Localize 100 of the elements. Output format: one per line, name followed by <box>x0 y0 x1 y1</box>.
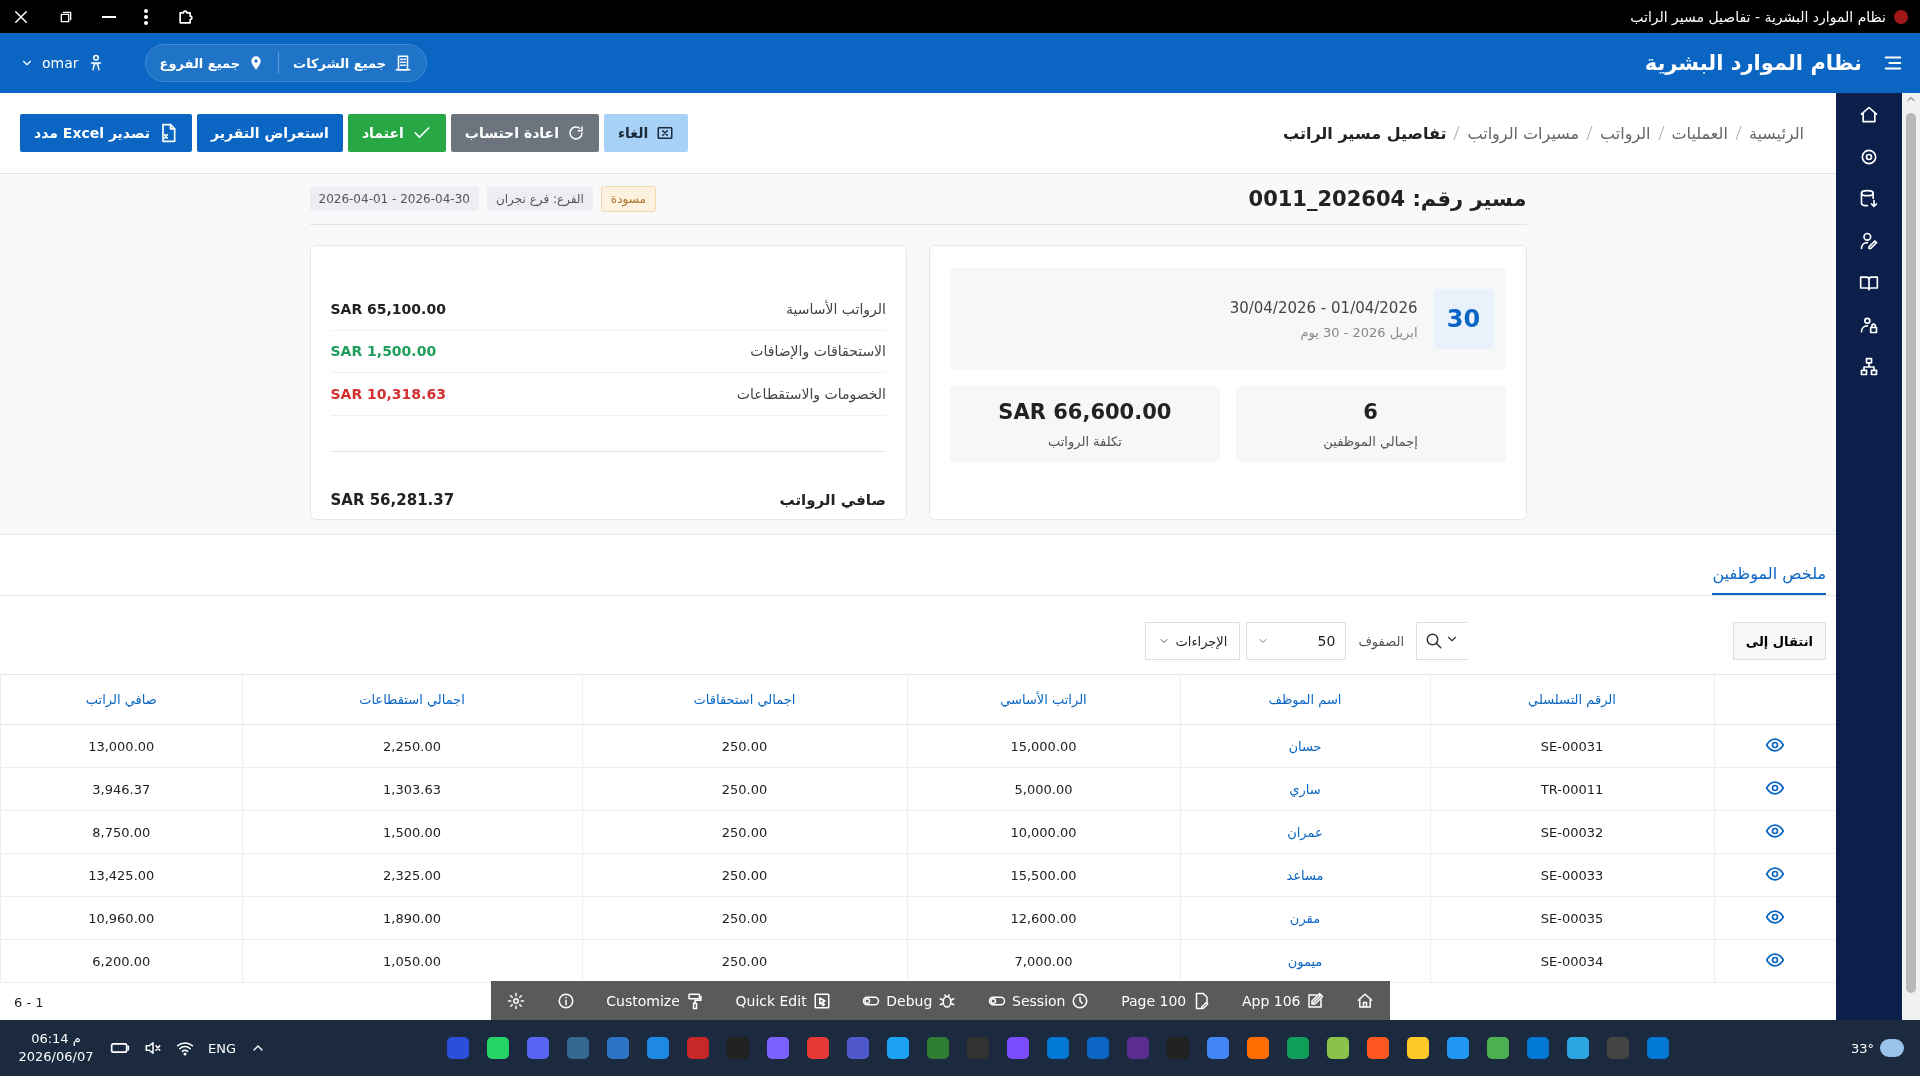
employee-link[interactable]: مقرن <box>1180 896 1430 940</box>
taskbar-app-icon[interactable] <box>647 1037 670 1059</box>
edit-icon <box>1306 991 1325 1010</box>
language-indicator[interactable]: ENG <box>208 1040 236 1056</box>
more-icon <box>144 8 148 25</box>
export-button[interactable]: تصدير Excel مدد <box>20 114 192 152</box>
user-edit-icon <box>1859 231 1879 251</box>
table-cell: 250.00 <box>582 810 907 854</box>
minimize-icon <box>102 15 116 18</box>
home-icon <box>1859 105 1879 125</box>
column-header[interactable]: الراتب الأساسي <box>907 674 1180 725</box>
taskbar-app-icon[interactable] <box>487 1037 510 1059</box>
employee-link[interactable]: حسان <box>1180 724 1430 768</box>
app-link[interactable]: App 106 <box>1241 992 1301 1009</box>
table-cell: 13,425.00 <box>0 853 242 897</box>
rows-select[interactable]: 50 <box>1246 622 1347 660</box>
table-cell: SE-00033 <box>1430 853 1714 897</box>
breadcrumb-item: تفاصيل مسير الراتب <box>1282 123 1447 143</box>
debug-link[interactable]: Debug <box>886 992 933 1009</box>
recalc-button[interactable]: اعادة احتساب <box>450 114 599 152</box>
taskbar-app-icon[interactable] <box>1567 1037 1590 1059</box>
net-amount: SAR 56,281.37 <box>330 491 455 510</box>
total-label: الاستحقاقات والإضافات <box>750 343 886 360</box>
breadcrumb-item[interactable]: الرواتب <box>1600 123 1651 143</box>
net-label: صافي الرواتب <box>779 491 886 510</box>
tab[interactable]: ملخص الموظفين <box>1712 564 1826 595</box>
company-filter[interactable]: جميع الشركات <box>293 55 387 71</box>
taskbar-app-icon[interactable] <box>887 1037 910 1059</box>
pagination-range: 6 - 1 <box>14 994 44 1010</box>
status-badge: مسودة <box>600 186 656 212</box>
employee-link[interactable]: عمران <box>1180 810 1430 854</box>
report-button[interactable]: استعراض التقرير <box>197 114 343 152</box>
table-cell: 15,500.00 <box>907 853 1180 897</box>
cancel-button[interactable]: الغاء <box>603 114 689 152</box>
user-lock-icon <box>1859 315 1879 335</box>
column-header[interactable]: اسم الموظف <box>1180 674 1430 725</box>
taskbar-app-icon[interactable] <box>1407 1037 1430 1059</box>
column-header[interactable]: اجمالي استحقاقات <box>582 674 907 725</box>
table-cell: 10,960.00 <box>0 896 242 940</box>
quick-edit-link[interactable]: Quick Edit <box>735 992 807 1009</box>
clock-time: 06:14 م <box>31 1030 81 1048</box>
table-cell: SE-00031 <box>1430 724 1714 768</box>
scrollbar-thumb[interactable] <box>1906 113 1916 993</box>
wifi-icon <box>176 1039 194 1057</box>
table-cell: 250.00 <box>582 767 907 811</box>
taskbar-app-icon[interactable] <box>1207 1037 1230 1059</box>
branch-badge: الفرع: فرع نجران <box>486 187 593 211</box>
session-link[interactable]: Session <box>1012 992 1066 1009</box>
table-cell: 8,750.00 <box>0 810 242 854</box>
breadcrumb-item[interactable]: العمليات <box>1671 123 1728 143</box>
column-header[interactable]: صافي الراتب <box>0 674 242 725</box>
table-cell: 2,250.00 <box>242 724 582 768</box>
page-link[interactable]: Page 100 <box>1121 992 1187 1009</box>
actions-menu[interactable]: الإجراءات <box>1144 622 1241 660</box>
taskbar-app-icon[interactable] <box>1327 1037 1350 1059</box>
breadcrumb-item[interactable]: الرئيسية <box>1748 123 1804 143</box>
total-amount: SAR 65,100.00 <box>330 300 446 317</box>
employee-link[interactable]: مساعد <box>1180 853 1430 897</box>
close-icon <box>656 124 675 142</box>
refresh-icon <box>566 124 585 142</box>
taskbar-app-icon[interactable] <box>1447 1037 1470 1059</box>
table-cell: 1,500.00 <box>242 810 582 854</box>
total-amount: SAR 10,318.63 <box>330 386 446 403</box>
table-cell: 2,325.00 <box>242 853 582 897</box>
goto-button[interactable]: انتقال إلى <box>1732 623 1825 659</box>
total-label: الرواتب الأساسية <box>786 300 886 317</box>
taskbar-app-icon[interactable] <box>1487 1037 1510 1059</box>
bug-icon <box>938 991 957 1010</box>
period-subtitle: ابريل 2026 - 30 يوم <box>1299 324 1418 340</box>
stat-label: تكلفة الرواتب <box>1047 433 1122 449</box>
payroll-number: 0011_202604 <box>1248 187 1406 211</box>
user-menu[interactable]: omar <box>42 55 79 71</box>
employee-link[interactable]: ساري <box>1180 767 1430 811</box>
taskbar-app-icon[interactable] <box>1367 1037 1390 1059</box>
weather-icon <box>1880 1039 1904 1057</box>
building-icon <box>394 54 413 72</box>
rows-label: الصفوف <box>1358 633 1404 649</box>
table-cell: 1,303.63 <box>242 767 582 811</box>
customize-link[interactable]: Customize <box>606 992 680 1009</box>
table-cell: 13,000.00 <box>0 724 242 768</box>
search-field[interactable]: انتقال إلى <box>1416 622 1826 660</box>
period-badge: 2026-04-30 - 2026-04-01 <box>309 187 479 211</box>
stat-value: 6 <box>1363 399 1378 424</box>
table-cell: 1,890.00 <box>242 896 582 940</box>
table-cell: 250.00 <box>582 853 907 897</box>
window-title: نظام الموارد البشرية - تفاصيل مسير الراتب <box>1630 8 1886 25</box>
breadcrumb-item[interactable]: مسيرات الرواتب <box>1467 123 1580 143</box>
approve-button[interactable]: اعتماد <box>347 114 446 152</box>
column-header[interactable]: اجمالي استقطاعات <box>242 674 582 725</box>
table-cell: 10,000.00 <box>907 810 1180 854</box>
table-cell: SE-00034 <box>1430 939 1714 983</box>
table-cell: 250.00 <box>582 724 907 768</box>
home-icon <box>1356 991 1375 1010</box>
stat-label: إجمالي الموظفين <box>1323 433 1418 449</box>
table-cell: 12,600.00 <box>907 896 1180 940</box>
taskbar-app-icon[interactable] <box>1247 1037 1270 1059</box>
column-header[interactable]: الرقم التسلسلي <box>1430 674 1714 725</box>
taskbar-app-icon[interactable] <box>1287 1037 1310 1059</box>
branch-filter[interactable]: جميع الفروع <box>159 55 241 71</box>
database-download-icon <box>1859 189 1879 209</box>
